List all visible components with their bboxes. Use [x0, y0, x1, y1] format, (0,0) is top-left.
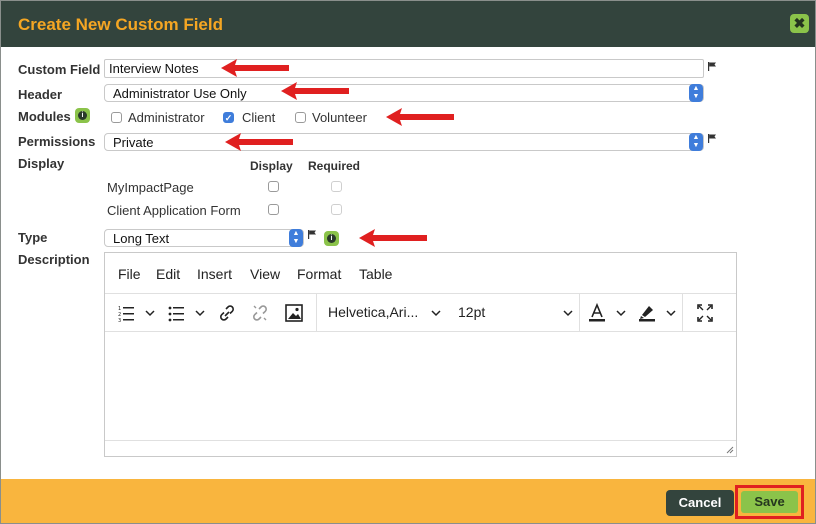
permissions-label: Permissions	[18, 134, 96, 149]
numbered-list-icon[interactable]: 123	[118, 302, 136, 324]
chevron-down-icon[interactable]	[616, 302, 626, 324]
info-icon[interactable]: i	[324, 231, 339, 246]
header-select[interactable]: Administrator Use Only ▲ ▼	[104, 84, 704, 102]
font-size-select[interactable]: 12pt	[458, 304, 485, 326]
menu-edit[interactable]: Edit	[156, 266, 180, 282]
flag-icon[interactable]	[308, 230, 317, 239]
dialog-title: Create New Custom Field	[18, 15, 223, 34]
myimpactpage-required-checkbox[interactable]	[331, 181, 342, 192]
annotation-arrow-icon	[221, 59, 289, 77]
image-icon[interactable]	[284, 302, 304, 324]
module-administrator-checkbox[interactable]	[111, 112, 122, 123]
save-highlight-box: Save	[735, 485, 804, 519]
select-arrow-icon: ▲ ▼	[289, 229, 303, 247]
type-select-value: Long Text	[113, 231, 170, 246]
annotation-arrow-icon	[281, 82, 349, 100]
menu-format[interactable]: Format	[297, 266, 341, 282]
highlight-color-icon[interactable]	[637, 302, 657, 324]
save-button[interactable]: Save	[741, 491, 798, 513]
display-column-header: Display	[250, 159, 293, 173]
dialog-footer: Cancel Save	[1, 479, 815, 523]
display-label: Display	[18, 156, 65, 171]
header-label: Header	[18, 87, 63, 102]
svg-text:3: 3	[118, 318, 121, 324]
info-icon[interactable]: i	[75, 108, 90, 123]
select-arrow-icon: ▲ ▼	[689, 133, 703, 151]
rich-text-editor: File Edit Insert View Format Table 123 H…	[104, 252, 737, 457]
custom-field-dialog: Create New Custom Field ✖ Custom Field H…	[0, 0, 816, 524]
description-label: Description	[18, 252, 90, 267]
chevron-down-icon[interactable]	[666, 302, 676, 324]
font-family-value: Helvetica,Ari...	[328, 304, 419, 320]
type-select[interactable]: Long Text ▲ ▼	[104, 229, 304, 247]
menu-view[interactable]: View	[250, 266, 280, 282]
select-arrow-icon: ▲ ▼	[689, 84, 703, 102]
editor-content-area[interactable]	[105, 332, 736, 440]
annotation-arrow-icon	[225, 133, 293, 151]
custom-field-label: Custom Field	[18, 62, 101, 77]
modules-label: Modules	[18, 109, 71, 124]
text-color-icon[interactable]	[587, 302, 607, 324]
module-administrator-label: Administrator	[128, 110, 205, 125]
header-select-value: Administrator Use Only	[113, 86, 247, 101]
client-application-display-checkbox[interactable]	[268, 204, 279, 215]
bullet-list-icon[interactable]	[168, 302, 186, 324]
display-row-label: Client Application Form	[107, 203, 241, 218]
menu-file[interactable]: File	[118, 266, 141, 282]
chevron-down-icon[interactable]	[145, 302, 155, 324]
flag-icon[interactable]	[708, 134, 717, 143]
type-label: Type	[18, 230, 48, 245]
permissions-select[interactable]: Private ▲ ▼	[104, 133, 704, 151]
display-row-label: MyImpactPage	[107, 180, 194, 195]
module-client-label: Client	[242, 110, 276, 125]
fullscreen-icon[interactable]	[696, 302, 714, 324]
close-icon[interactable]: ✖	[790, 14, 809, 33]
font-size-value: 12pt	[458, 304, 486, 320]
menu-insert[interactable]: Insert	[197, 266, 232, 282]
link-icon[interactable]	[217, 302, 237, 324]
resize-handle-icon[interactable]	[724, 444, 734, 454]
module-client-checkbox[interactable]: ✓	[223, 112, 234, 123]
editor-statusbar	[105, 440, 736, 456]
client-application-required-checkbox[interactable]	[331, 204, 342, 215]
required-column-header: Required	[308, 159, 361, 173]
annotation-arrow-icon	[386, 108, 454, 126]
permissions-select-value: Private	[113, 135, 154, 150]
chevron-down-icon[interactable]	[563, 302, 573, 324]
cancel-button[interactable]: Cancel	[666, 490, 734, 516]
custom-field-input[interactable]	[104, 59, 704, 78]
toolbar-separator	[316, 294, 317, 332]
editor-toolbar: 123 Helvetica,Ari... 12pt	[105, 293, 736, 332]
module-volunteer-checkbox[interactable]	[295, 112, 306, 123]
menu-table[interactable]: Table	[359, 266, 392, 282]
annotation-arrow-icon	[359, 229, 427, 247]
toolbar-separator	[682, 294, 683, 332]
myimpactpage-display-checkbox[interactable]	[268, 181, 279, 192]
dialog-title-bar: Create New Custom Field ✖	[1, 1, 815, 47]
toolbar-separator	[579, 294, 580, 332]
editor-menubar: File Edit Insert View Format Table	[105, 253, 736, 293]
unlink-icon[interactable]	[250, 302, 270, 324]
module-volunteer-label: Volunteer	[312, 110, 367, 125]
flag-icon[interactable]	[708, 62, 717, 71]
chevron-down-icon[interactable]	[431, 302, 441, 324]
font-family-select[interactable]: Helvetica,Ari...	[328, 304, 418, 326]
chevron-down-icon[interactable]	[195, 302, 205, 324]
